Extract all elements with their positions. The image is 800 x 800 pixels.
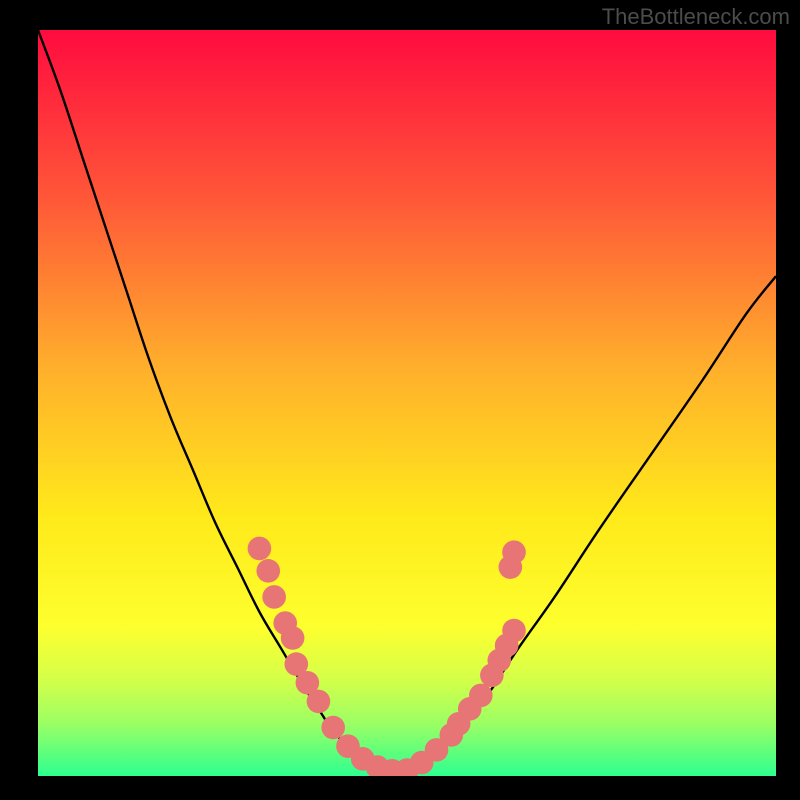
sample-point (307, 690, 331, 714)
sample-point (321, 716, 345, 740)
sample-point (256, 559, 280, 583)
sample-point (502, 619, 526, 643)
sample-point (502, 540, 526, 564)
chart-container: TheBottleneck.com (0, 0, 800, 800)
gradient-background (38, 30, 776, 776)
sample-point (281, 626, 305, 650)
sample-point (248, 537, 272, 561)
sample-point (262, 585, 286, 609)
watermark-text: TheBottleneck.com (602, 4, 790, 30)
sample-point (469, 684, 493, 708)
plot-area (38, 30, 776, 776)
chart-svg (38, 30, 776, 776)
